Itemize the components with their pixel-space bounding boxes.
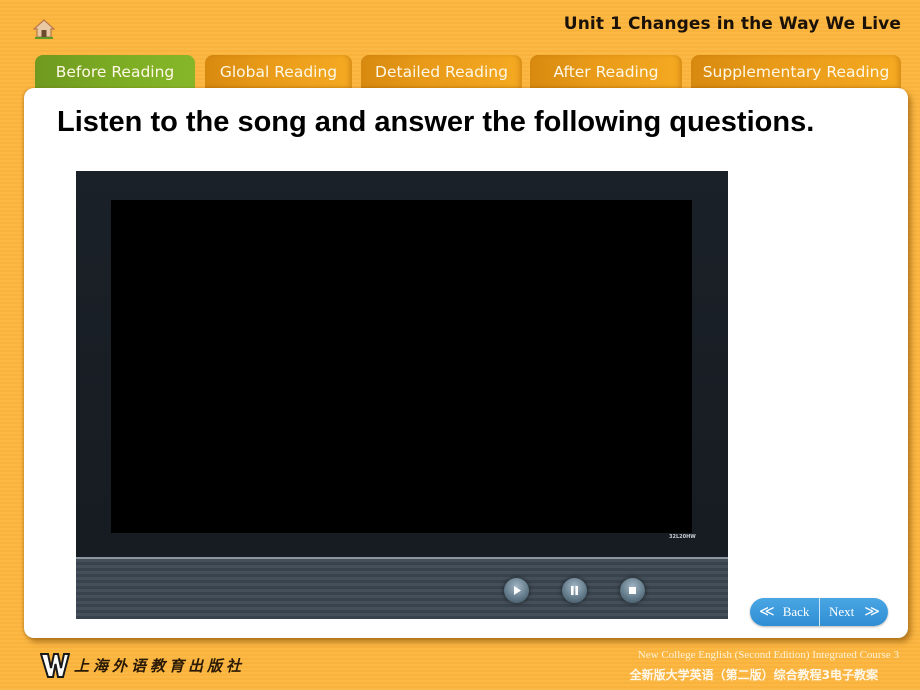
back-button[interactable]: ≪ Back	[759, 598, 809, 626]
page-navigation: ≪ Back Next ≫	[750, 598, 888, 626]
video-screen[interactable]	[111, 200, 692, 533]
publisher-name: 上海外语教育出版社	[74, 657, 246, 675]
tab-after-reading[interactable]: After Reading	[530, 55, 682, 89]
section-tabs: Before Reading Global Reading Detailed R…	[0, 55, 920, 89]
pause-icon	[571, 586, 578, 595]
stop-button[interactable]	[620, 578, 645, 603]
pause-button[interactable]	[562, 578, 587, 603]
course-title-chinese: 全新版大学英语（第二版）综合教程3电子教案	[629, 668, 878, 682]
player-control-bar	[76, 557, 728, 619]
next-button[interactable]: Next ≫	[829, 598, 880, 626]
home-icon[interactable]	[32, 19, 56, 39]
next-label: Next	[829, 604, 855, 619]
stop-icon	[629, 587, 636, 594]
page-title: Listen to the song and answer the follow…	[57, 106, 815, 138]
nav-divider	[819, 598, 820, 626]
double-chevron-left-icon: ≪	[759, 604, 775, 620]
content-card: Listen to the song and answer the follow…	[24, 88, 908, 638]
monitor-model-label: 32L20HW	[669, 534, 696, 540]
publisher-logo	[39, 652, 71, 679]
unit-title: Unit 1 Changes in the Way We Live	[563, 14, 901, 34]
tab-global-reading[interactable]: Global Reading	[205, 55, 352, 89]
tab-supplementary-reading[interactable]: Supplementary Reading	[691, 55, 901, 89]
tab-detailed-reading[interactable]: Detailed Reading	[361, 55, 522, 89]
play-button[interactable]	[504, 578, 529, 603]
double-chevron-right-icon: ≫	[864, 604, 880, 620]
play-icon	[514, 586, 521, 595]
video-player: 32L20HW	[76, 171, 728, 619]
back-label: Back	[782, 604, 810, 619]
tab-before-reading[interactable]: Before Reading	[35, 55, 195, 89]
course-title-english: New College English (Second Edition) Int…	[637, 649, 899, 661]
